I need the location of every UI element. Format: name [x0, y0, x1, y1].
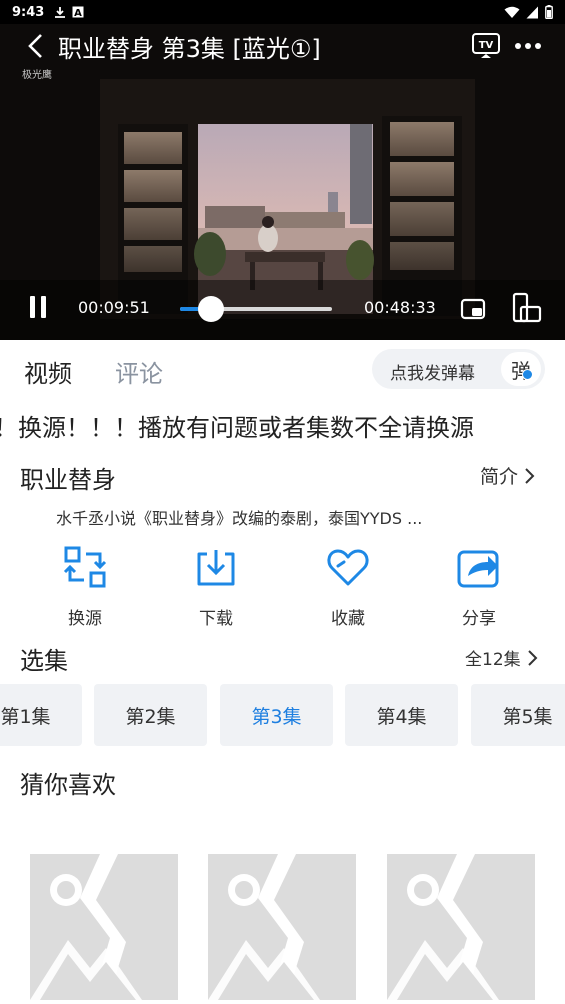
episode-list: 第1集 第2集 第3集 第4集 第5集: [0, 684, 565, 746]
action-row: 换源 下载 收藏 分享: [0, 540, 565, 630]
source-notice[interactable]: ！换源！！！播放有问题或者集数不全请换源: [0, 404, 565, 442]
pause-icon: [30, 296, 46, 318]
episode-label: 第3集: [251, 705, 302, 728]
intro-label: 简介: [480, 466, 519, 488]
signal-icon: [526, 6, 538, 18]
rotate-screen-icon: [512, 292, 542, 323]
chevron-right-icon: [525, 467, 535, 484]
intro-button[interactable]: 简介: [480, 462, 536, 489]
wifi-icon: [504, 6, 520, 18]
download-icon: [55, 6, 66, 18]
all-episodes-button[interactable]: 全12集: [465, 645, 539, 670]
download-button[interactable]: 下载: [166, 540, 266, 630]
heart-icon: [327, 549, 369, 586]
watermark: 极光鹰: [22, 70, 52, 81]
svg-text:A: A: [74, 8, 82, 18]
back-icon: [28, 34, 42, 58]
recommend-thumbnail-placeholder-icon[interactable]: [383, 850, 539, 1004]
chevron-right-icon: [527, 649, 538, 666]
danmu-placeholder: 点我发弹幕: [390, 364, 475, 384]
pip-button[interactable]: [460, 296, 486, 322]
progress-bar[interactable]: [180, 296, 332, 322]
tab-video[interactable]: 视频: [24, 354, 72, 389]
all-episodes-label: 全12集: [465, 650, 521, 670]
rotate-screen-button[interactable]: [512, 292, 542, 324]
pause-button[interactable]: [26, 294, 52, 320]
progress-thumb[interactable]: [197, 296, 224, 322]
episode-label: 第4集: [376, 705, 427, 728]
episode-label: 第5集: [502, 705, 553, 728]
danmu-on-dot: [522, 369, 533, 380]
current-time: 00:09:51: [78, 298, 150, 317]
share-label: 分享: [462, 609, 496, 629]
recommend-heading: 猜你喜欢: [20, 771, 116, 799]
video-title: 职业替身 第3集 [蓝光①]: [58, 34, 321, 63]
favorite-label: 收藏: [331, 609, 365, 629]
recommend-thumbnail-placeholder-icon[interactable]: [204, 850, 360, 1004]
episode-label: 第1集: [0, 705, 51, 728]
episodes-heading: 选集: [20, 647, 68, 675]
episode-item[interactable]: 第2集: [94, 684, 207, 746]
episode-item[interactable]: 第1集: [0, 684, 82, 746]
tab-bar: 视频 评论 点我发弹幕 弹: [0, 340, 565, 398]
episode-label: 第2集: [125, 705, 176, 728]
recommend-thumbnail-placeholder-icon[interactable]: [26, 850, 182, 1004]
episode-item[interactable]: 第4集: [345, 684, 458, 746]
video-player[interactable]: 极光鹰 职业替身 第3集 [蓝光①] TV 00:09:51 00:48:33: [0, 24, 565, 340]
status-bar: 9:43 A: [0, 0, 565, 24]
show-title: 职业替身: [20, 466, 116, 494]
status-time: 9:43: [12, 4, 45, 20]
a-icon: A: [72, 6, 84, 18]
battery-icon: [545, 5, 553, 19]
cast-tv-button[interactable]: TV: [471, 32, 501, 60]
svg-text:TV: TV: [479, 40, 494, 51]
back-button[interactable]: [16, 27, 54, 65]
switch-source-button[interactable]: 换源: [35, 540, 135, 630]
source-notice-text: ！换源！！！播放有问题或者集数不全请换源: [0, 414, 474, 442]
favorite-button[interactable]: 收藏: [298, 540, 398, 630]
picture-in-picture-icon: [460, 298, 486, 320]
show-description: 水千丞小说《职业替身》改编的泰剧，泰国YYDS ...: [56, 509, 423, 528]
switch-source-icon: [63, 546, 107, 588]
download-icon: [197, 550, 235, 586]
danmu-toggle[interactable]: 弹: [501, 352, 541, 386]
episode-item[interactable]: 第5集: [471, 684, 565, 746]
more-dots-icon: [515, 43, 541, 49]
tv-icon: TV: [472, 33, 500, 58]
share-icon: [457, 550, 499, 588]
download-label: 下载: [199, 609, 233, 629]
more-button[interactable]: [513, 32, 543, 60]
share-button[interactable]: 分享: [429, 540, 529, 630]
total-time: 00:48:33: [364, 298, 436, 317]
switch-source-label: 换源: [68, 609, 102, 629]
tab-comment[interactable]: 评论: [115, 354, 163, 389]
episode-item-active[interactable]: 第3集: [220, 684, 333, 746]
danmu-input[interactable]: 点我发弹幕 弹: [372, 349, 545, 389]
player-controls: 00:09:51 00:48:33: [0, 280, 565, 340]
